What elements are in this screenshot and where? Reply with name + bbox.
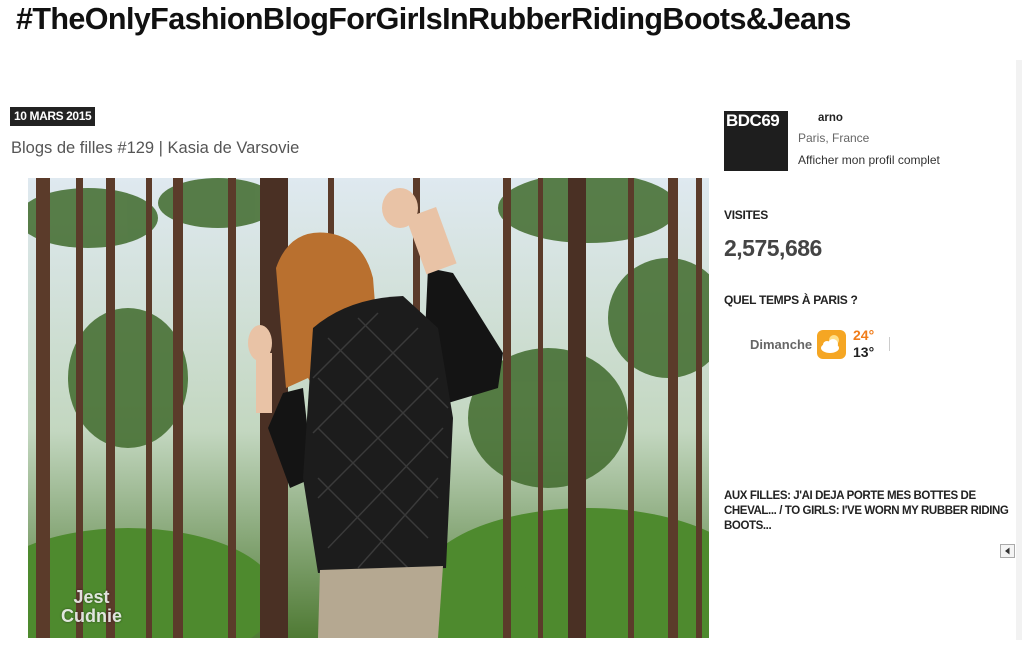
featured-post-heading[interactable]: AUX FILLES: J'AI DEJA PORTE MES BOTTES D…: [724, 489, 1014, 534]
view-full-profile-link[interactable]: Afficher mon profil complet: [798, 153, 940, 167]
weather-divider: [889, 337, 890, 351]
partly-cloudy-icon: [817, 330, 846, 359]
post-title[interactable]: Blogs de filles #129 | Kasia de Varsovie: [11, 139, 299, 158]
vertical-scrollbar[interactable]: [1016, 60, 1022, 640]
temperature-high: 24°: [853, 327, 875, 343]
visits-counter: 2,575,686: [724, 235, 822, 261]
watermark-line-1: Jest: [73, 587, 110, 607]
photo-watermark: Jest Cudnie: [61, 588, 122, 626]
scroll-left-button[interactable]: [1000, 544, 1015, 558]
weather-day: Dimanche: [750, 337, 813, 352]
weather-heading: QUEL TEMPS À PARIS ?: [724, 293, 858, 307]
profile-name[interactable]: arno: [818, 112, 843, 124]
profile-avatar[interactable]: BDC69: [724, 111, 788, 171]
forest-photo-illustration: [28, 178, 709, 638]
avatar-text: BDC69: [726, 111, 780, 130]
post-photo[interactable]: Jest Cudnie: [28, 178, 709, 638]
post-date-badge: 10 MARS 2015: [10, 107, 96, 126]
visits-heading: VISITES: [724, 208, 768, 222]
triangle-left-icon: [1005, 547, 1010, 555]
blog-title[interactable]: #TheOnlyFashionBlogForGirlsInRubberRidin…: [16, 2, 851, 37]
watermark-line-2: Cudnie: [61, 606, 122, 626]
profile-location: Paris, France: [798, 131, 870, 145]
temperature-low: 13°: [853, 344, 875, 360]
